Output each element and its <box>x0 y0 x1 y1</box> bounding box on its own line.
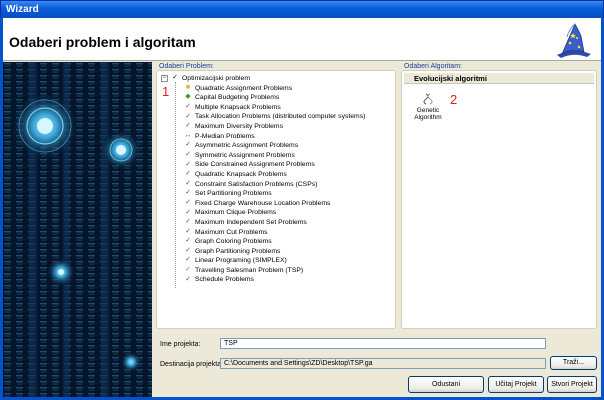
tree-item-label: Maximum Cut Problems <box>195 228 268 236</box>
tree-item[interactable]: ✓ Constraint Satisfaction Problems (CSPs) <box>161 180 365 190</box>
destination-field: C:\Documents and Settings\ZD\Desktop\TSP… <box>220 358 546 369</box>
tree-item-label: Maximum Diversity Problems <box>195 122 283 130</box>
tree-item[interactable]: ✓ Maximum Diversity Problems <box>161 122 365 132</box>
tree-item-label: Schedule Problems <box>195 276 254 284</box>
problem-icon: ✓ <box>185 208 191 216</box>
tree-item[interactable]: ✓ Graph Coloring Problems <box>161 237 365 247</box>
annotation-1: 1 <box>162 84 170 99</box>
problem-icon: ✓ <box>185 150 191 158</box>
tree-item-label: Graph Partitioning Problems <box>195 247 281 255</box>
problem-icon: ✓ <box>185 141 191 149</box>
tree-item[interactable]: ✓ Linear Programing (SIMPLEX) <box>161 256 365 266</box>
tree-item[interactable]: ↔ P-Median Problems <box>161 132 365 142</box>
tree-item[interactable]: ✓ Set Partitioning Problems <box>161 189 365 199</box>
genetic-algorithm-label: Genetic Algorithm <box>414 107 442 121</box>
window-title: Wizard <box>6 4 39 15</box>
annotation-2: 2 <box>450 92 458 107</box>
project-name-label: Ime projekta: <box>160 341 201 348</box>
tree-item[interactable]: ✓ Symmetric Assignment Problems <box>161 151 365 161</box>
problem-icon: ✓ <box>185 102 191 110</box>
tree-root[interactable]: − ✓ Optimizacijski problem <box>161 74 365 84</box>
matrix-art <box>3 62 152 397</box>
tree-item-label: Task Allocation Problems (distributed co… <box>195 113 366 121</box>
tree-item-label: Symmetric Assignment Problems <box>195 151 295 159</box>
tree-item[interactable]: ✓ Fixed Charge Warehouse Location Problem… <box>161 199 365 209</box>
tree-root-label: Optimizacijski problem <box>182 75 250 82</box>
problem-icon: ✓ <box>185 112 191 120</box>
problem-tree[interactable]: − ✓ Optimizacijski problem ■ Quadratic Assi… <box>156 70 396 329</box>
tree-item-label: Side Constrained Assignment Problems <box>195 161 315 169</box>
problem-icon: ◆ <box>185 93 191 101</box>
tree-item-label: Constraint Satisfaction Problems (CSPs) <box>195 180 318 188</box>
tree-item[interactable]: ✓ Maximum Independent Set Problems <box>161 218 365 228</box>
problem-icon: ✓ <box>185 179 191 187</box>
tree-item-label: Quadratic Assignment Problems <box>195 84 293 92</box>
problem-icon: ✓ <box>185 218 191 226</box>
tree-item-label: Capital Budgeting Problems <box>195 94 280 102</box>
algorithm-list[interactable]: Evolucijski algoritmi Genetic Algorithm <box>401 70 597 329</box>
create-project-button[interactable]: Stvori Projekt <box>547 376 597 393</box>
tree-item-label: Graph Coloring Problems <box>195 238 272 246</box>
tree-item-label: Maximum Clique Problems <box>195 209 277 217</box>
tree-item[interactable]: ✓ Side Constrained Assignment Problems <box>161 160 365 170</box>
cancel-button[interactable]: Odustani <box>408 376 484 393</box>
side-banner-image <box>3 62 152 397</box>
problem-icon: ■ <box>185 83 191 91</box>
problem-icon: ✓ <box>185 122 191 130</box>
tree-item-label: Asymmetric Assignment Problems <box>195 142 299 150</box>
problem-icon: ✓ <box>185 170 191 178</box>
tree-item[interactable]: ✓ Task Allocation Problems (distributed c… <box>161 112 365 122</box>
genetic-algorithm-icon <box>423 93 433 105</box>
problem-icon: ✓ <box>185 227 191 235</box>
wizard-hat-icon <box>557 23 591 58</box>
tree-item-label: Set Partitioning Problems <box>195 190 272 198</box>
problem-icon: ✓ <box>185 275 191 283</box>
page-title: Odaberi problem i algoritam <box>9 34 196 50</box>
tree-item-label: P-Median Problems <box>195 132 255 140</box>
algorithm-group-label: Odaberi Algoritam: <box>402 63 464 70</box>
problem-icon: ↔ <box>184 131 192 139</box>
algorithm-category-header: Evolucijski algoritmi <box>404 73 594 84</box>
tree-item[interactable]: ✓ Travelling Salesman Problem (TSP) <box>161 266 365 276</box>
browse-button[interactable]: Traži... <box>550 356 597 370</box>
problem-icon: ✓ <box>185 189 191 197</box>
destination-label: Destinacija projekta: <box>160 361 224 368</box>
problem-icon: ✓ <box>185 246 191 254</box>
tree-item[interactable]: ✓ Multiple Knapsack Problems <box>161 103 365 113</box>
tree-item-label: Multiple Knapsack Problems <box>195 103 281 111</box>
tree-item[interactable]: ✓ Asymmetric Assignment Problems <box>161 141 365 151</box>
tree-item[interactable]: ✓ Schedule Problems <box>161 275 365 285</box>
tree-item[interactable]: ✓ Graph Partitioning Problems <box>161 247 365 257</box>
project-name-input[interactable]: TSP <box>220 338 546 349</box>
tree-item-label: Fixed Charge Warehouse Location Problems <box>195 199 331 207</box>
problem-icon: ✓ <box>185 198 191 206</box>
root-node-icon: ✓ <box>172 74 178 82</box>
load-project-button[interactable]: Učitaj Projekt <box>488 376 544 393</box>
tree-item-label: Maximum Independent Set Problems <box>195 218 307 226</box>
tree-item-label: Travelling Salesman Problem (TSP) <box>195 266 304 274</box>
tree-item-label: Linear Programing (SIMPLEX) <box>195 257 287 265</box>
tree-item[interactable]: ✓ Maximum Cut Problems <box>161 228 365 238</box>
title-bar[interactable]: Wizard <box>0 0 604 18</box>
collapse-icon[interactable]: − <box>161 74 168 82</box>
problem-icon: ✓ <box>185 256 191 264</box>
genetic-algorithm-item[interactable]: Genetic Algorithm <box>410 93 446 121</box>
tree-item[interactable]: ✓ Quadratic Knapsack Problems <box>161 170 365 180</box>
problem-group-label: Odaberi Problem: <box>157 63 216 70</box>
problem-icon: ✓ <box>185 237 191 245</box>
tree-item[interactable]: ◆ Capital Budgeting Problems <box>161 93 365 103</box>
wizard-header: Odaberi problem i algoritam <box>3 18 601 61</box>
tree-item[interactable]: ■ Quadratic Assignment Problems <box>161 84 365 94</box>
tree-item-label: Quadratic Knapsack Problems <box>195 170 287 178</box>
tree-item[interactable]: ✓ Maximum Clique Problems <box>161 208 365 218</box>
problem-icon: ✓ <box>185 266 191 274</box>
problem-icon: ✓ <box>185 160 191 168</box>
